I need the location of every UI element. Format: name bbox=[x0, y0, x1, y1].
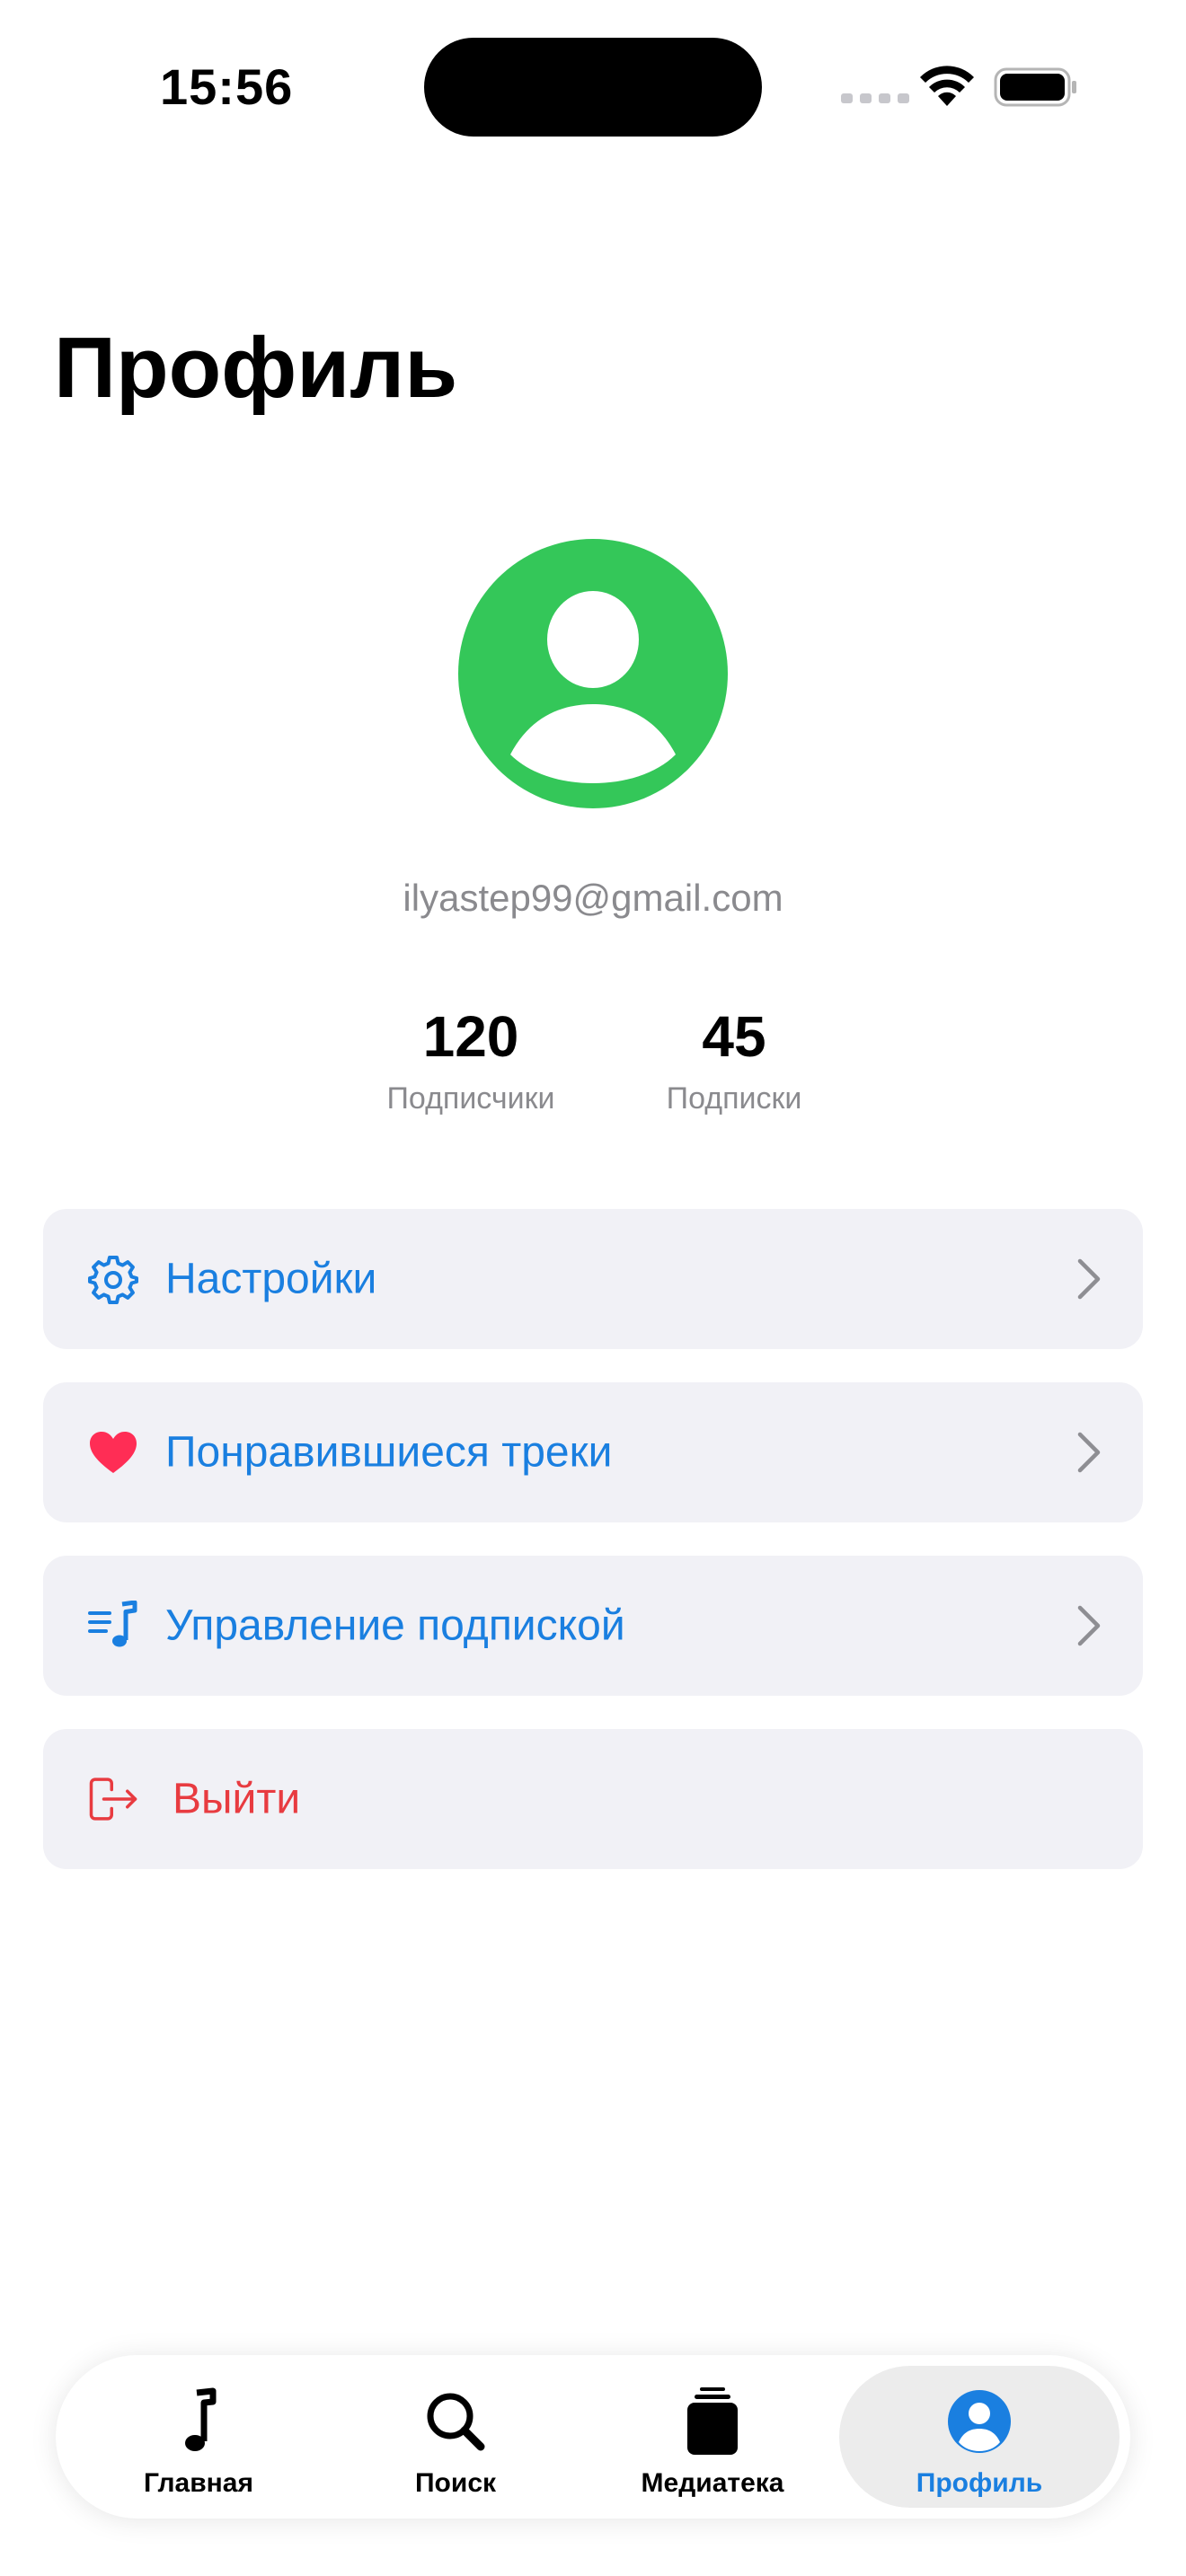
settings-label: Настройки bbox=[165, 1255, 377, 1303]
music-list-icon bbox=[88, 1601, 138, 1651]
subscription-management-button[interactable]: Управление подпиской bbox=[43, 1556, 1143, 1696]
chevron-right-icon bbox=[1077, 1258, 1101, 1300]
status-time: 15:56 bbox=[160, 58, 294, 115]
music-note-icon bbox=[185, 2387, 217, 2451]
tab-search[interactable]: Поиск bbox=[325, 2366, 586, 2508]
logout-icon bbox=[88, 1774, 138, 1824]
tab-home[interactable]: Главная bbox=[68, 2366, 329, 2508]
following-count: 45 bbox=[702, 1004, 766, 1069]
heart-icon bbox=[88, 1427, 138, 1478]
logout-button[interactable]: Выйти bbox=[43, 1729, 1143, 1869]
search-icon bbox=[427, 2393, 485, 2451]
battery-icon bbox=[994, 67, 1076, 107]
tab-search-label: Поиск bbox=[414, 2468, 497, 2498]
following-label: Подписки bbox=[666, 1081, 802, 1116]
tab-library-label: Медиатека bbox=[641, 2468, 784, 2498]
liked-tracks-button[interactable]: Понравившиеся треки bbox=[43, 1382, 1143, 1522]
chevron-right-icon bbox=[1077, 1605, 1101, 1646]
followers-label: Подписчики bbox=[386, 1081, 555, 1116]
page-title: Профиль bbox=[54, 320, 458, 416]
user-email: ilyastep99@gmail.com bbox=[403, 877, 783, 919]
tab-home-label: Главная bbox=[143, 2468, 253, 2498]
followers-count: 120 bbox=[422, 1004, 519, 1069]
gear-icon bbox=[88, 1254, 138, 1304]
tab-profile-label: Профиль bbox=[916, 2468, 1043, 2498]
wifi-icon bbox=[920, 66, 974, 106]
tab-profile[interactable]: Профиль bbox=[839, 2366, 1120, 2508]
person-circle-icon bbox=[948, 2390, 1011, 2453]
tab-library[interactable]: Медиатека bbox=[582, 2366, 843, 2508]
settings-button[interactable]: Настройки bbox=[43, 1209, 1143, 1349]
tab-bar: Главная Поиск Медиатека Профиль bbox=[56, 2355, 1130, 2519]
subscription-management-label: Управление подпиской bbox=[165, 1601, 625, 1650]
liked-tracks-label: Понравившиеся треки bbox=[165, 1428, 613, 1477]
logout-label: Выйти bbox=[173, 1775, 301, 1823]
followers-stat[interactable]: 120 Подписчики bbox=[354, 1008, 588, 1116]
chevron-right-icon bbox=[1077, 1432, 1101, 1473]
following-stat[interactable]: 45 Подписки bbox=[617, 1008, 851, 1116]
avatar[interactable] bbox=[458, 539, 728, 808]
cellular-signal-icon bbox=[841, 93, 909, 103]
dynamic-island bbox=[424, 38, 762, 137]
library-icon bbox=[687, 2387, 738, 2455]
